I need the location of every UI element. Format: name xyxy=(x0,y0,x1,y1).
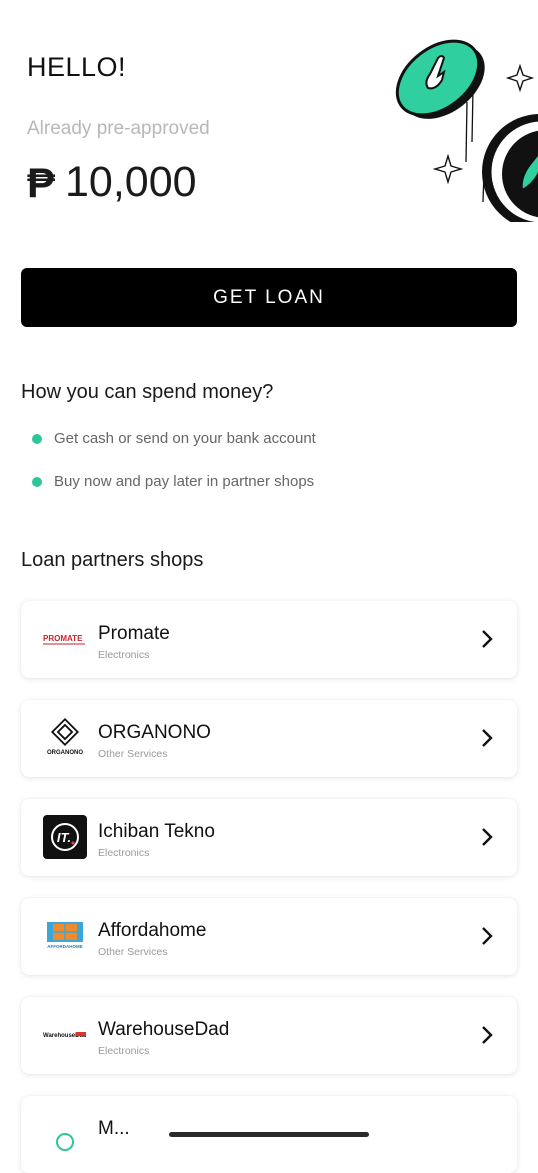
chevron-right-icon xyxy=(482,828,493,846)
home-indicator[interactable] xyxy=(169,1132,369,1137)
chevron-right-icon xyxy=(482,927,493,945)
partner-card-ichiban-tekno[interactable]: IT. Ichiban Tekno Electronics xyxy=(21,799,517,876)
hero-section: HELLO! Already pre-approved ₱ 10,000 xyxy=(0,0,538,240)
bullet-dot-icon xyxy=(32,433,42,444)
shop-name: Affordahome xyxy=(98,920,207,941)
shop-category: Other Services xyxy=(98,748,168,760)
organono-logo-text: ORGANONO xyxy=(47,750,83,756)
get-loan-button[interactable]: GET LOAN xyxy=(21,268,517,327)
coins-illustration xyxy=(395,39,538,222)
chevron-right-icon xyxy=(482,630,493,648)
shop-category: Electronics xyxy=(98,649,150,661)
chevron-right-icon xyxy=(482,729,493,747)
greeting-title: HELLO! xyxy=(27,52,127,82)
organono-logo: ORGANONO xyxy=(43,716,87,760)
amount-value: 10,000 xyxy=(65,158,197,206)
affordahome-logo-text: AFFORDAHOME xyxy=(47,944,83,949)
shop-name: Promate xyxy=(98,623,170,644)
shop-name: Ichiban Tekno xyxy=(98,821,215,842)
shop-category: Electronics xyxy=(98,1045,150,1057)
partners-section-title: Loan partners shops xyxy=(21,549,204,571)
loan-amount: ₱ 10,000 xyxy=(27,158,197,207)
promate-logo: PROMATE xyxy=(43,617,87,661)
affordahome-logo: AFFORDAHOME xyxy=(43,914,87,958)
shop-name: ORGANONO xyxy=(98,722,211,743)
warehousedad-logo: WarehouseDad xyxy=(43,1013,87,1057)
ichiban-logo-text: IT. xyxy=(57,830,71,845)
partial-shop-logo xyxy=(43,1112,87,1156)
shop-name: WarehouseDad xyxy=(98,1019,230,1040)
preapproved-label: Already pre-approved xyxy=(27,118,210,139)
spend-item-cash: Get cash or send on your bank account xyxy=(32,430,316,447)
shop-category: Electronics xyxy=(98,847,150,859)
currency-symbol: ₱ xyxy=(27,158,56,206)
ichiban-tekno-logo: IT. xyxy=(43,815,87,859)
spend-item-bnpl: Buy now and pay later in partner shops xyxy=(32,473,314,490)
partner-card-organono[interactable]: ORGANONO ORGANONO Other Services xyxy=(21,700,517,777)
spend-item-label: Buy now and pay later in partner shops xyxy=(54,473,315,490)
shop-name: M... xyxy=(98,1118,130,1139)
partner-card-warehousedad[interactable]: WarehouseDad WarehouseDad Electronics xyxy=(21,997,517,1074)
bullet-dot-icon xyxy=(32,476,42,487)
spend-section-title: How you can spend money? xyxy=(21,381,274,403)
partner-card-promate[interactable]: PROMATE Promate Electronics xyxy=(21,601,517,678)
shop-category: Other Services xyxy=(98,946,168,958)
partner-card-affordahome[interactable]: AFFORDAHOME Affordahome Other Services xyxy=(21,898,517,975)
promate-logo-text: PROMATE xyxy=(43,634,83,643)
spend-item-label: Get cash or send on your bank account xyxy=(54,430,316,447)
chevron-right-icon xyxy=(482,1026,493,1044)
